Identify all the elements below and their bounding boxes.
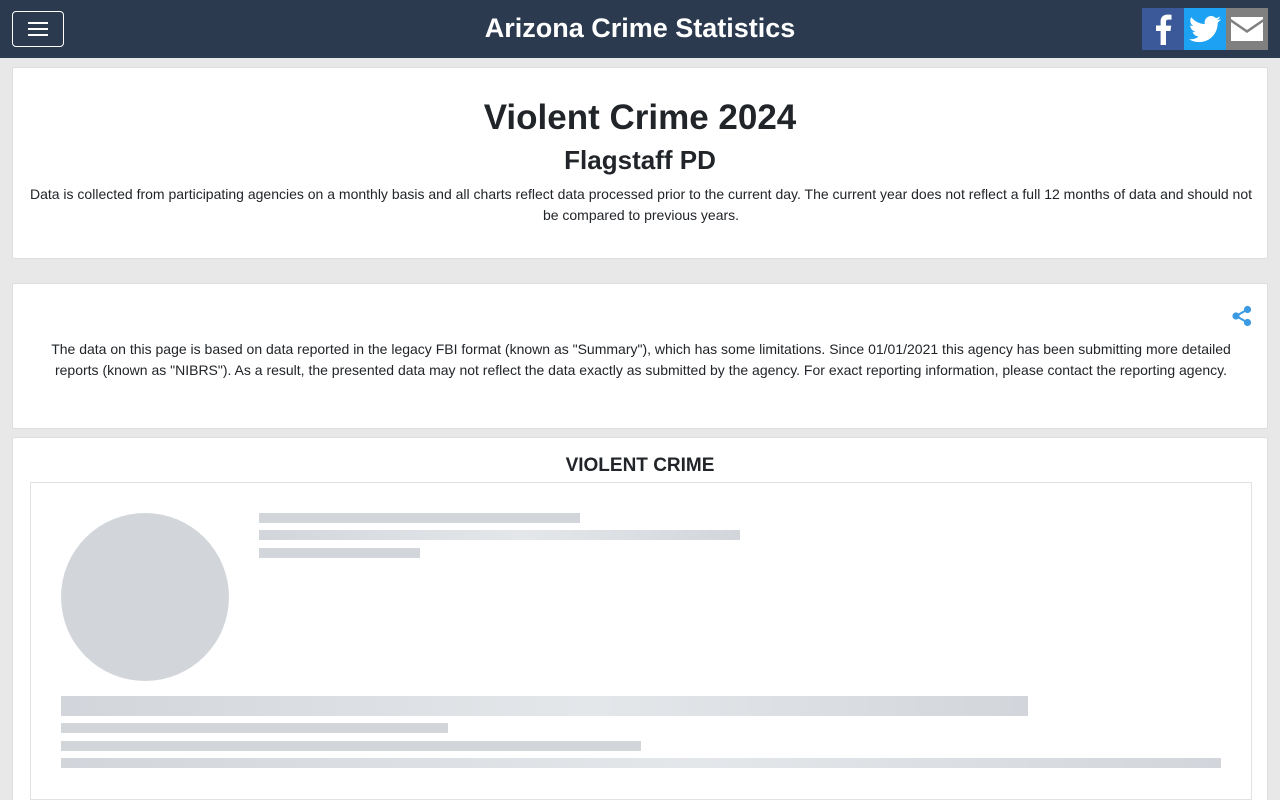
chart-loading-placeholder (30, 482, 1252, 800)
email-share-button[interactable] (1226, 8, 1268, 50)
violent-crime-section: VIOLENT CRIME (12, 437, 1268, 800)
skeleton-line (259, 530, 740, 540)
agency-name: Flagstaff PD (564, 145, 716, 175)
app-title: Arizona Crime Statistics (484, 13, 796, 43)
share-icon (1232, 305, 1252, 327)
envelope-icon (1231, 17, 1263, 41)
page-title: Violent Crime 2024 (483, 98, 797, 137)
skeleton-line (61, 741, 641, 751)
skeleton-line (61, 758, 1221, 768)
hamburger-menu-icon (28, 22, 48, 36)
facebook-share-button[interactable] (1142, 8, 1184, 50)
skeleton-line (259, 513, 580, 523)
skeleton-bar (61, 696, 1028, 716)
share-button[interactable] (1231, 305, 1253, 327)
twitter-share-button[interactable] (1184, 8, 1226, 50)
menu-toggle-button[interactable] (12, 11, 64, 47)
skeleton-line (259, 548, 420, 558)
section-title: VIOLENT CRIME (565, 455, 715, 476)
top-navbar: Arizona Crime Statistics (0, 0, 1280, 58)
data-disclaimer: Data is collected from participating age… (29, 186, 1253, 223)
skeleton-line (61, 723, 448, 733)
skeleton-avatar (61, 513, 229, 681)
format-notice-card: The data on this page is based on data r… (12, 283, 1268, 429)
nibrs-notice: The data on this page is based on data r… (51, 341, 1231, 378)
intro-card: Violent Crime 2024 Flagstaff PD Data is … (12, 67, 1268, 259)
twitter-icon (1189, 16, 1221, 43)
facebook-icon (1156, 14, 1172, 45)
